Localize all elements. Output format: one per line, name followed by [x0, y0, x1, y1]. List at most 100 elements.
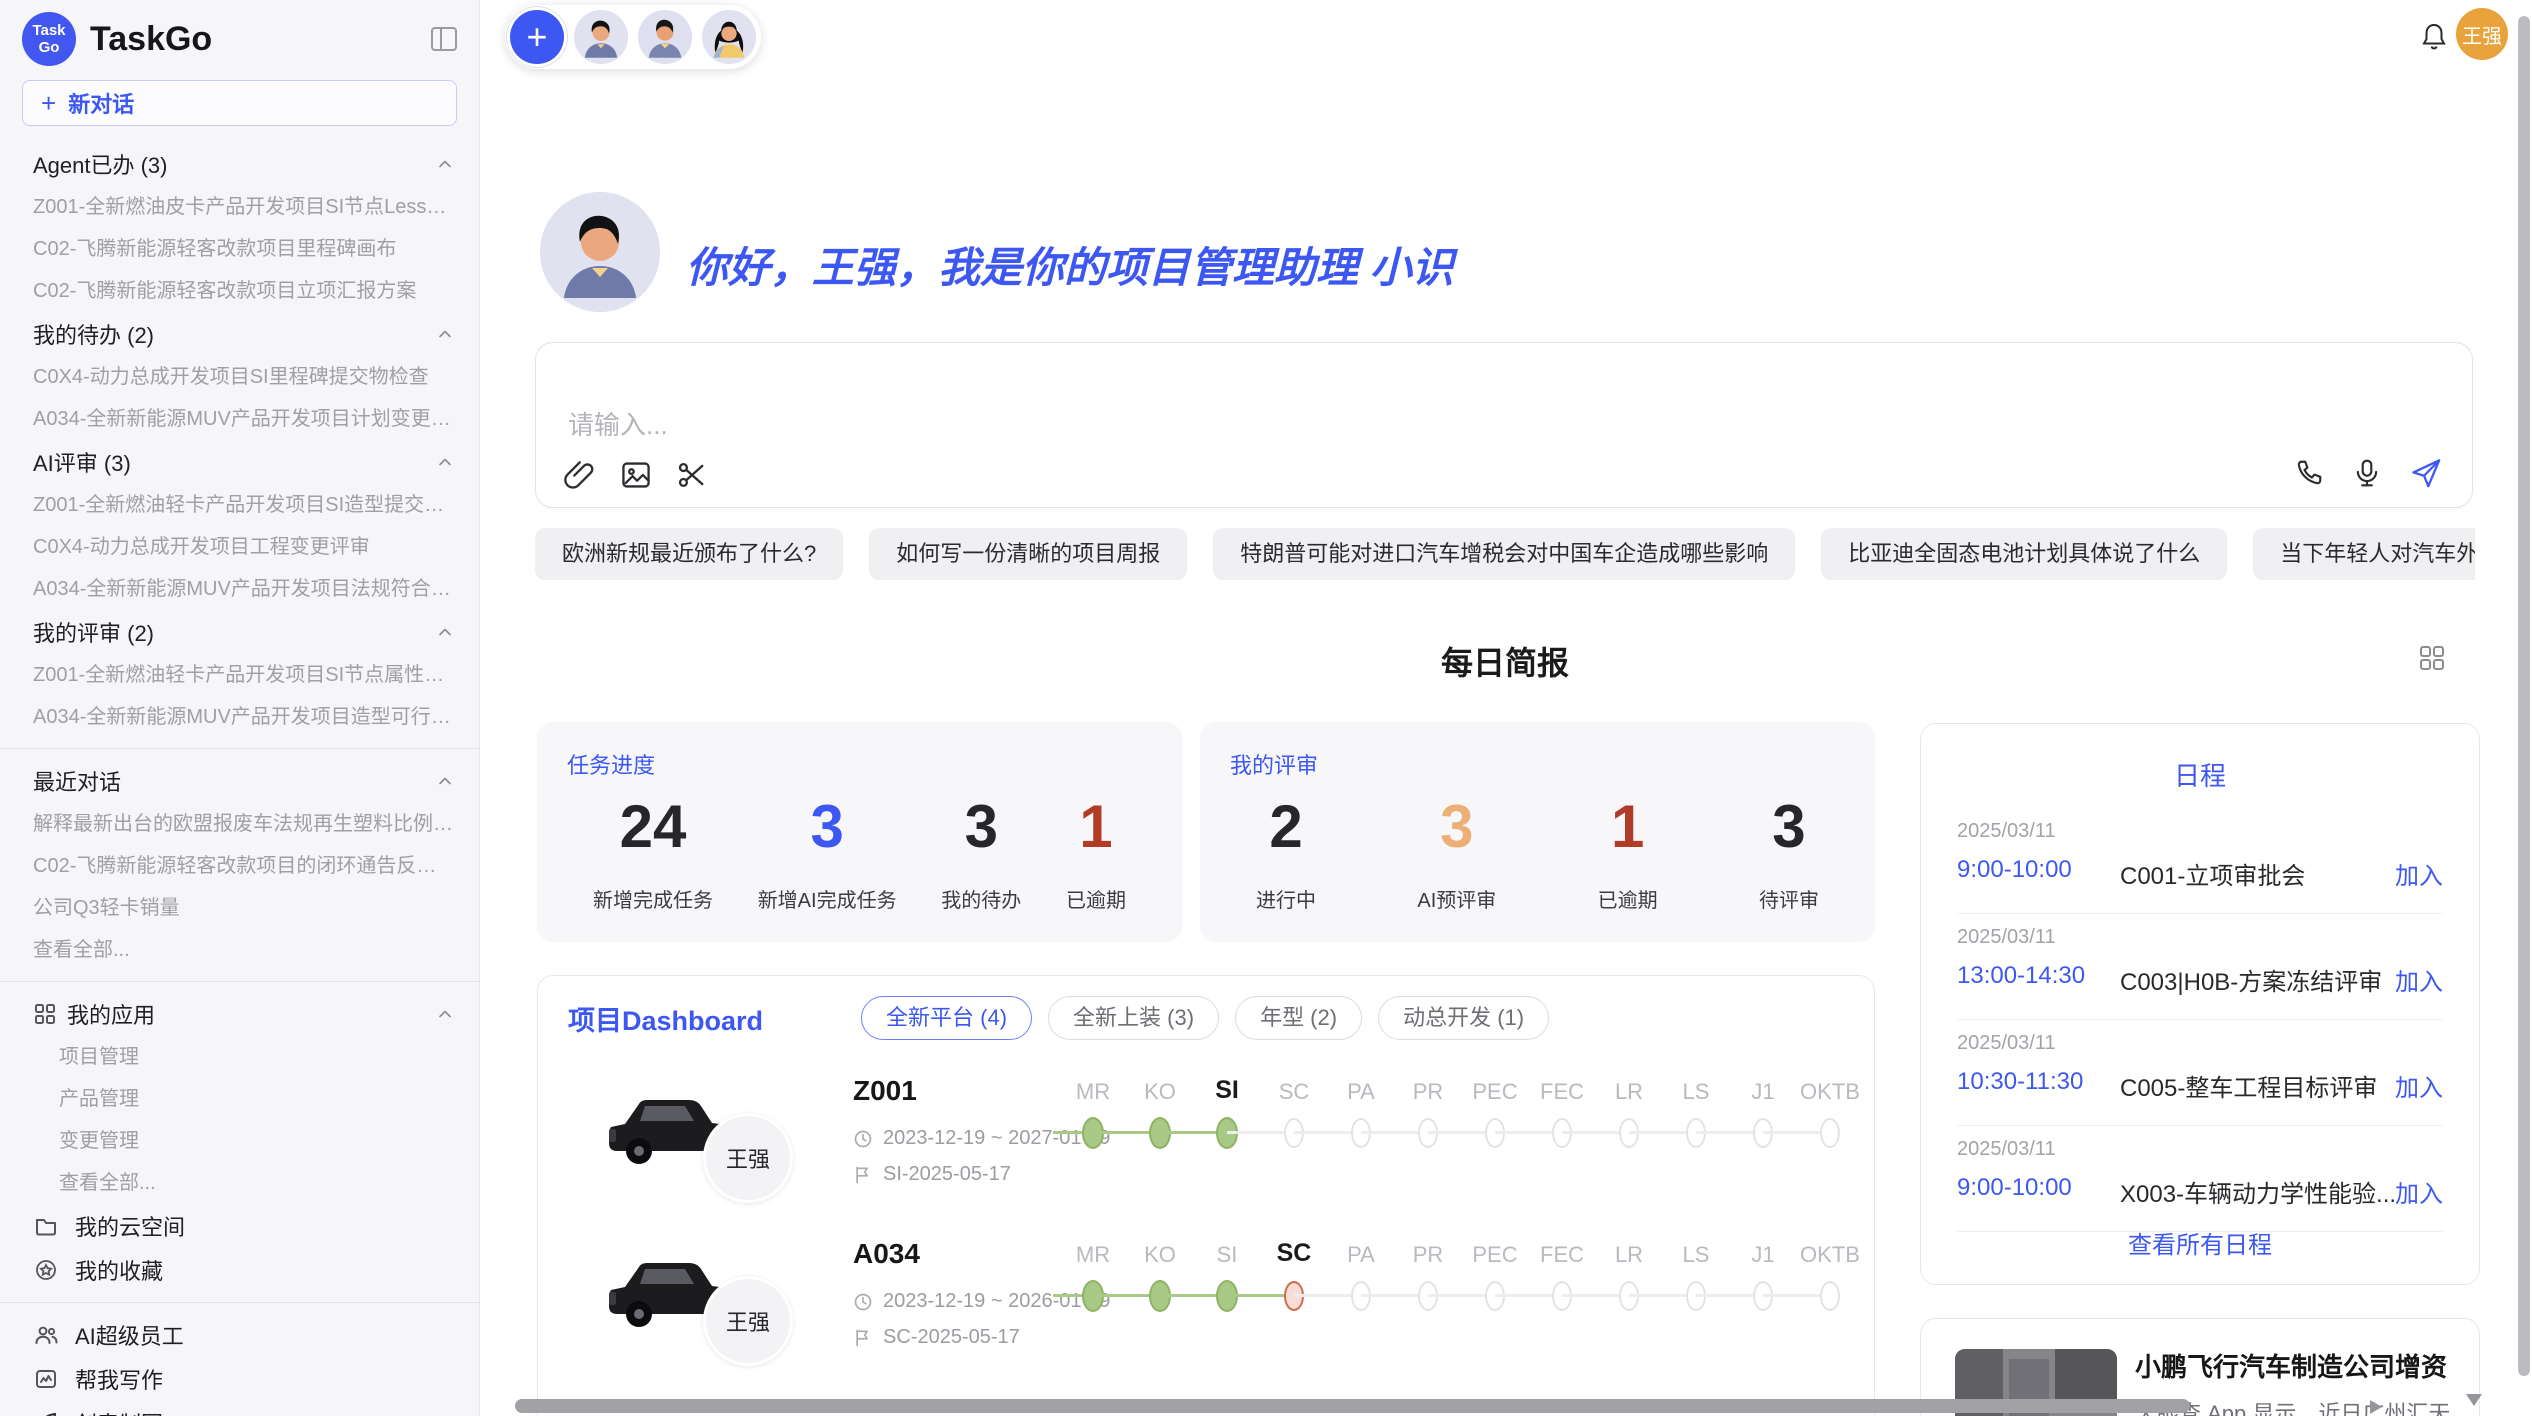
milestone-dot[interactable] — [1820, 1281, 1840, 1311]
join-meeting-link[interactable]: 加入 — [2395, 962, 2443, 997]
attach-file-icon[interactable] — [564, 459, 596, 491]
schedule-date: 2025/03/11 — [1957, 1032, 2056, 1055]
schedule-time: 9:00-10:00 — [1957, 856, 2072, 884]
stat-value: 3 — [758, 794, 897, 860]
schedule-item: 2025/03/119:00-10:00X003-车辆动力学性能验...加入 — [1957, 1126, 2443, 1232]
horizontal-scrollbar[interactable] — [515, 1399, 2190, 1413]
sidebar-item[interactable]: A034-全新新能源MUV产品开发项目计划变更表编写 — [0, 398, 479, 440]
sidebar-section-label: 我的待办 (2) — [33, 318, 435, 350]
sidebar-tool[interactable]: 创意制图 — [0, 1401, 479, 1416]
stat-label: 进行中 — [1256, 884, 1316, 913]
session-avatar-1[interactable] — [574, 10, 628, 64]
vertical-scrollbar[interactable] — [2518, 16, 2530, 1376]
sidebar-tool[interactable]: AI超级员工 — [0, 1313, 479, 1357]
news-title: 小鹏飞行汽车制造公司增资 — [2135, 1347, 2447, 1384]
stat: 3待评审 — [1759, 794, 1819, 913]
app-item[interactable]: 产品管理 — [0, 1078, 479, 1120]
app-item[interactable]: 项目管理 — [0, 1036, 479, 1078]
scroll-down-arrow[interactable] — [2466, 1394, 2482, 1406]
sidebar-section-label: 我的评审 (2) — [33, 616, 435, 648]
view-all-apps-link[interactable]: 查看全部... — [0, 1162, 479, 1204]
stat: 3新增AI完成任务 — [758, 794, 897, 913]
stat: 3AI预评审 — [1417, 794, 1496, 913]
session-avatar-3[interactable] — [702, 10, 756, 64]
my-apps-header[interactable]: 我的应用 — [0, 992, 479, 1036]
suggestion-chip[interactable]: 当下年轻人对汽车外观有怎样的喜好趋势 — [2253, 528, 2475, 580]
sidebar-section-header[interactable]: 我的评审 (2) — [0, 610, 479, 654]
sidebar-tools: AI超级员工帮我写作创意制图 — [0, 1313, 479, 1416]
join-meeting-link[interactable]: 加入 — [2395, 1174, 2443, 1209]
sidebar-item[interactable]: C0X4-动力总成开发项目SI里程碑提交物检查 — [0, 356, 479, 398]
attach-image-icon[interactable] — [620, 459, 652, 491]
voice-call-icon[interactable] — [2294, 458, 2324, 488]
milestone-label: LR — [1615, 1079, 1643, 1105]
sidebar-tool-label: 创意制图 — [75, 1407, 163, 1416]
join-meeting-link[interactable]: 加入 — [2395, 1068, 2443, 1103]
my-reviews-label: 我的评审 — [1230, 748, 1318, 780]
sidebar-item[interactable]: C02-飞腾新能源轻客改款项目立项汇报方案 — [0, 270, 479, 312]
send-icon[interactable] — [2410, 457, 2442, 489]
sidebar-item[interactable]: Z001-全新燃油轻卡产品开发项目SI节点属性5D文件评审 — [0, 654, 479, 696]
briefing-layout-icon[interactable] — [2418, 644, 2446, 677]
sidebar-item[interactable]: Z001-全新燃油轻卡产品开发项目SI造型提交物评审 — [0, 484, 479, 526]
app-item[interactable]: 变更管理 — [0, 1120, 479, 1162]
sidebar-item[interactable]: C0X4-动力总成开发项目工程变更评审 — [0, 526, 479, 568]
sidebar-section-header[interactable]: 我的待办 (2) — [0, 312, 479, 356]
join-meeting-link[interactable]: 加入 — [2395, 856, 2443, 891]
add-session-button[interactable]: + — [510, 10, 564, 64]
clock-icon — [853, 1129, 873, 1149]
recent-conversation-item[interactable]: 公司Q3轻卡销量 — [0, 887, 479, 929]
milestone-label: SI — [1217, 1242, 1238, 1268]
notification-bell-icon[interactable] — [2420, 22, 2448, 57]
collapse-sidebar-icon[interactable] — [429, 25, 459, 53]
project-code[interactable]: A034 — [853, 1238, 920, 1270]
task-progress-stats: 24新增完成任务3新增AI完成任务3我的待办1已逾期 — [537, 794, 1182, 913]
chat-input[interactable]: 请输入... — [535, 342, 2473, 508]
session-avatar-2[interactable] — [638, 10, 692, 64]
sidebar-recent-header[interactable]: 最近对话 — [0, 759, 479, 803]
project-owner-badge: 王强 — [703, 1276, 793, 1366]
suggestion-chip[interactable]: 比亚迪全固态电池计划具体说了什么 — [1821, 528, 2227, 580]
stat-value: 3 — [1759, 794, 1819, 860]
schedule-time: 13:00-14:30 — [1957, 962, 2085, 990]
new-chat-label: 新对话 — [68, 87, 134, 119]
sidebar: Task Go TaskGo + 新对话 Agent已办 (3)Z001-全新燃… — [0, 0, 480, 1416]
suggestion-chip[interactable]: 特朗普可能对进口汽车增税会对中国车企造成哪些影响 — [1213, 528, 1795, 580]
assistant-avatar — [540, 192, 660, 312]
sidebar-item[interactable]: A034-全新新能源MUV产品开发项目造型可行性评审 — [0, 696, 479, 738]
microphone-icon[interactable] — [2352, 458, 2382, 488]
scroll-right-arrow[interactable] — [2370, 1400, 2382, 1414]
view-all-conversations-link[interactable]: 查看全部... — [0, 929, 479, 971]
dashboard-tab[interactable]: 全新上装 (3) — [1048, 996, 1219, 1040]
sidebar-link[interactable]: 我的收藏 — [0, 1248, 479, 1292]
schedule-time: 9:00-10:00 — [1957, 1174, 2072, 1202]
sidebar-tool[interactable]: 帮我写作 — [0, 1357, 479, 1401]
composer-attachments — [564, 459, 708, 491]
recent-conversation-item[interactable]: C02-飞腾新能源轻客改款项目的闭环通告反馈情况 — [0, 845, 479, 887]
sidebar-link[interactable]: 我的云空间 — [0, 1204, 479, 1248]
suggestion-chip[interactable]: 欧洲新规最近颁布了什么? — [535, 528, 843, 580]
sidebar-recent-label: 最近对话 — [33, 765, 435, 797]
dashboard-tab[interactable]: 全新平台 (4) — [861, 996, 1032, 1040]
sidebar-item[interactable]: C02-飞腾新能源轻客改款项目里程碑画布 — [0, 228, 479, 270]
sidebar-section-header[interactable]: AI评审 (3) — [0, 440, 479, 484]
project-code[interactable]: Z001 — [853, 1075, 917, 1107]
project-flag-label: SC-2025-05-17 — [883, 1326, 1020, 1349]
dashboard-tab[interactable]: 动总开发 (1) — [1378, 996, 1549, 1040]
suggestion-chip[interactable]: 如何写一份清晰的项目周报 — [869, 528, 1187, 580]
user-avatar[interactable]: 王强 — [2456, 8, 2508, 60]
view-all-schedule-link[interactable]: 查看所有日程 — [1921, 1225, 2479, 1260]
sidebar-section-header[interactable]: Agent已办 (3) — [0, 142, 479, 186]
sidebar-item[interactable]: A034-全新新能源MUV产品开发项目法规符合性评审 — [0, 568, 479, 610]
recent-conversation-item[interactable]: 解释最新出台的欧盟报废车法规再生塑料比例被调至15%... — [0, 803, 479, 845]
project-dashboard-card: 项目Dashboard 全新平台 (4)全新上装 (3)年型 (2)动总开发 (… — [537, 975, 1875, 1416]
chevron-up-icon — [435, 1004, 455, 1024]
milestone-label: MR — [1076, 1242, 1110, 1268]
screenshot-scissors-icon[interactable] — [676, 459, 708, 491]
milestone-label: SI — [1215, 1076, 1239, 1105]
stat-label: 已逾期 — [1598, 884, 1658, 913]
dashboard-tab[interactable]: 年型 (2) — [1235, 996, 1362, 1040]
new-chat-button[interactable]: + 新对话 — [22, 80, 457, 126]
sidebar-item[interactable]: Z001-全新燃油皮卡产品开发项目SI节点Lesson Learn报告 — [0, 186, 479, 228]
milestone-dot[interactable] — [1820, 1118, 1840, 1148]
